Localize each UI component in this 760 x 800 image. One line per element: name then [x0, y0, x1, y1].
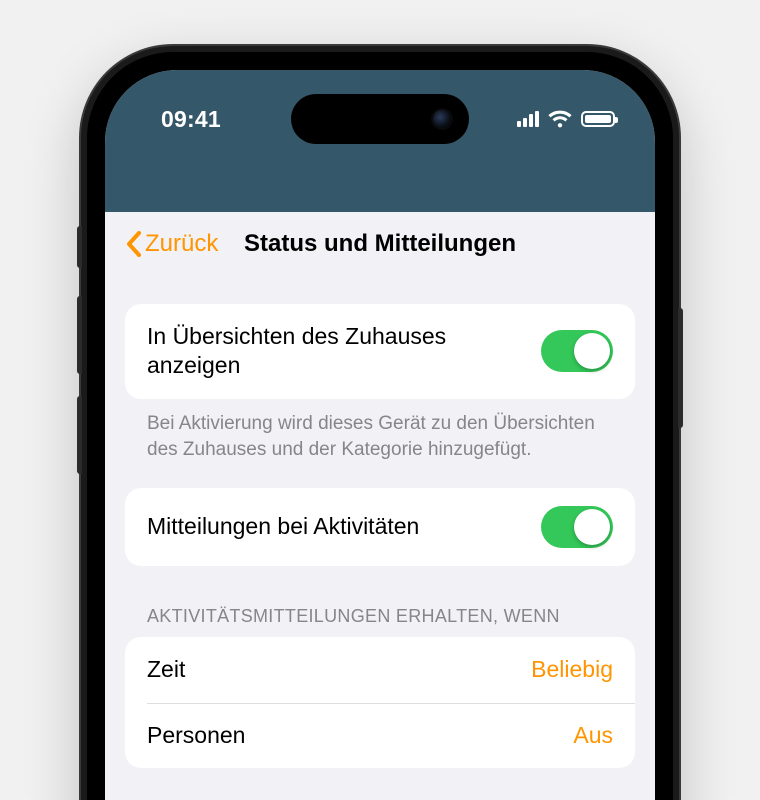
toggle-activity-notifications[interactable] — [541, 506, 613, 548]
row-label: Personen — [147, 721, 245, 750]
side-button — [77, 296, 82, 374]
side-button — [678, 308, 683, 428]
navigation-bar: Zurück Status und Mitteilungen — [125, 212, 635, 276]
row-people[interactable]: Personen Aus — [125, 703, 635, 768]
cellular-icon — [517, 111, 539, 127]
battery-icon — [581, 111, 615, 127]
row-value: Aus — [573, 722, 613, 749]
row-label: Mitteilungen bei Aktivitäten — [147, 512, 419, 541]
dynamic-island — [291, 94, 469, 144]
status-time: 09:41 — [161, 106, 221, 133]
front-camera-icon — [433, 110, 451, 128]
row-label: In Übersichten des Zuhauses anzeigen — [147, 322, 525, 381]
phone-frame: 09:41 — [81, 46, 679, 800]
row-activity-notifications: Mitteilungen bei Aktivitäten — [125, 488, 635, 566]
card-activity-notifications: Mitteilungen bei Aktivitäten — [125, 488, 635, 566]
wifi-icon — [548, 110, 572, 128]
row-show-in-summaries: In Übersichten des Zuhauses anzeigen — [125, 304, 635, 399]
footer-show-in-summaries: Bei Aktivierung wird dieses Gerät zu den… — [125, 399, 635, 462]
card-show-in-summaries: In Übersichten des Zuhauses anzeigen — [125, 304, 635, 399]
row-value: Beliebig — [531, 656, 613, 683]
back-button[interactable]: Zurück — [125, 230, 218, 258]
row-time[interactable]: Zeit Beliebig — [125, 637, 635, 702]
toggle-show-in-summaries[interactable] — [541, 330, 613, 372]
card-receive-when: Zeit Beliebig Personen Aus — [125, 637, 635, 768]
back-label: Zurück — [145, 230, 218, 258]
side-button — [77, 396, 82, 474]
page-title: Status und Mitteilungen — [244, 230, 516, 258]
screen: 09:41 — [105, 70, 655, 800]
status-indicators — [517, 110, 615, 128]
section-header-receive-when: Aktivitätsmitteilungen erhalten, wenn — [125, 566, 635, 637]
row-label: Zeit — [147, 655, 185, 684]
statusbar: 09:41 — [105, 70, 655, 212]
side-button — [77, 226, 82, 268]
chevron-left-icon — [125, 230, 143, 258]
